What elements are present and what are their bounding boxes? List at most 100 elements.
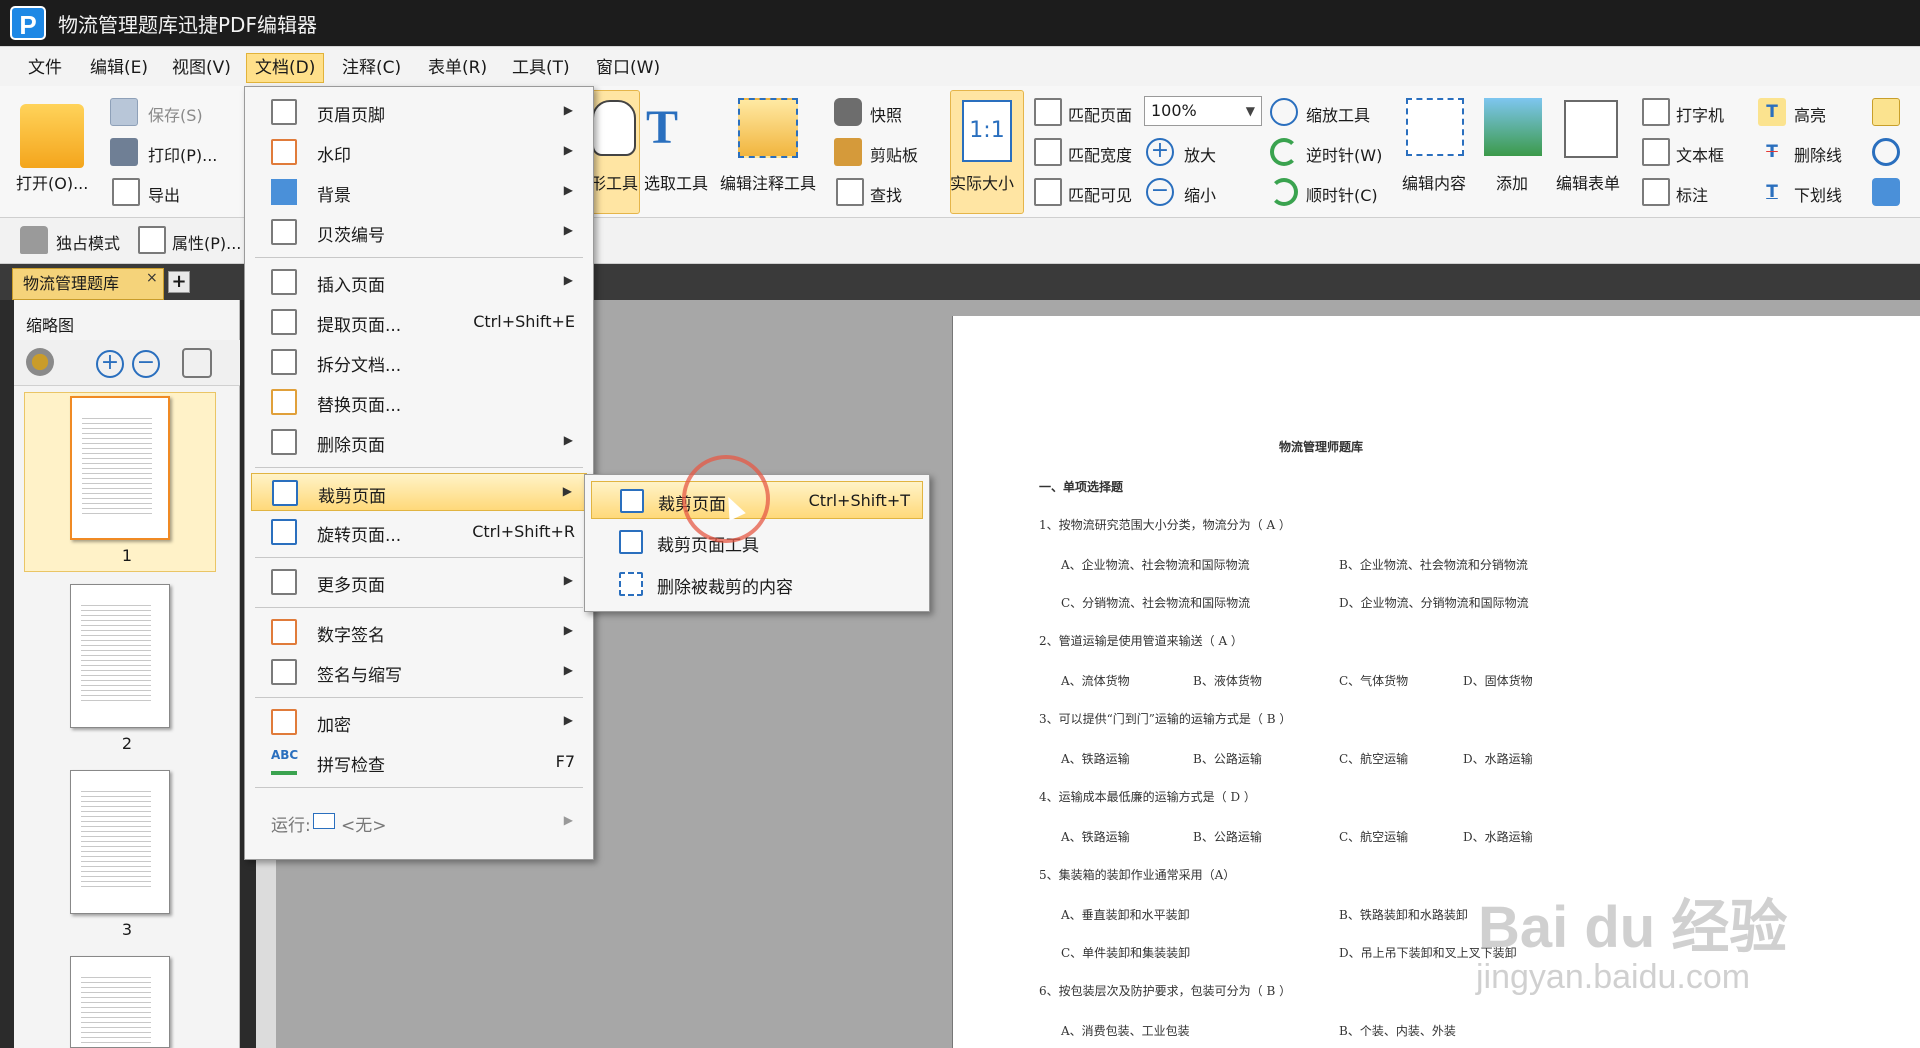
sound-icon[interactable] bbox=[1872, 178, 1900, 206]
highlight-icon[interactable]: T bbox=[1758, 98, 1786, 126]
menu-replace-page[interactable]: 替换页面... bbox=[251, 383, 587, 421]
export-icon[interactable] bbox=[112, 178, 140, 206]
zoom-out-icon[interactable]: − bbox=[1146, 178, 1174, 206]
properties-button[interactable]: 属性(P)... bbox=[172, 230, 241, 254]
add-tab-button[interactable]: + bbox=[168, 271, 190, 293]
menu-more-pages[interactable]: 更多页面 ▶ bbox=[251, 563, 587, 601]
thumbnail-page-4[interactable] bbox=[70, 956, 170, 1048]
rotate-thumb-icon[interactable] bbox=[182, 348, 212, 378]
menu-edit[interactable]: 编辑(E) bbox=[82, 55, 156, 81]
menu-bates-numbering[interactable]: 贝茨编号 ▶ bbox=[251, 213, 587, 251]
note-icon[interactable] bbox=[1872, 98, 1900, 126]
exclusive-mode-icon[interactable] bbox=[20, 226, 48, 254]
save-icon[interactable] bbox=[110, 98, 138, 126]
add-button[interactable]: 添加 bbox=[1496, 170, 1528, 194]
properties-icon[interactable] bbox=[138, 226, 166, 254]
underline-icon[interactable]: T bbox=[1758, 178, 1786, 206]
menu-form[interactable]: 表单(R) bbox=[420, 55, 495, 81]
find-icon[interactable] bbox=[836, 178, 864, 206]
menu-file[interactable]: 文件 bbox=[20, 55, 70, 81]
menu-tools[interactable]: 工具(T) bbox=[504, 55, 578, 81]
zoom-in-thumb-icon[interactable]: + bbox=[96, 350, 124, 378]
more-pages-icon bbox=[271, 569, 297, 595]
menu-background[interactable]: 背景 ▶ bbox=[251, 173, 587, 211]
callout-button[interactable]: 标注 bbox=[1676, 182, 1708, 206]
folder-open-icon[interactable] bbox=[20, 104, 84, 168]
thumbnail-page-1[interactable] bbox=[70, 396, 170, 540]
thumbnail-page-3[interactable] bbox=[70, 770, 170, 914]
fit-visible-icon[interactable] bbox=[1034, 178, 1062, 206]
close-icon[interactable]: × bbox=[146, 270, 158, 286]
menu-split-document[interactable]: 拆分文档... bbox=[251, 343, 587, 381]
menu-header-footer[interactable]: 页眉页脚 ▶ bbox=[251, 93, 587, 131]
menu-document[interactable]: 文档(D) bbox=[246, 53, 325, 83]
rotate-ccw-icon[interactable] bbox=[1270, 138, 1298, 166]
submenu-delete-cropped[interactable]: 删除被裁剪的内容 bbox=[591, 565, 923, 603]
document-tab[interactable]: 物流管理题库 bbox=[12, 268, 164, 300]
menu-view[interactable]: 视图(V) bbox=[164, 55, 239, 81]
fit-width-icon[interactable] bbox=[1034, 138, 1062, 166]
clipboard-button[interactable]: 剪贴板 bbox=[870, 142, 918, 166]
menu-run[interactable]: 运行: <无> ▶ bbox=[251, 803, 587, 841]
zoom-in-button[interactable]: 放大 bbox=[1184, 142, 1216, 166]
split-document-icon bbox=[271, 349, 297, 375]
callout-icon[interactable] bbox=[1642, 178, 1670, 206]
print-icon[interactable] bbox=[110, 138, 138, 166]
zoom-tool-icon[interactable] bbox=[1270, 98, 1298, 126]
rotate-ccw-button[interactable]: 逆时针(W) bbox=[1306, 142, 1382, 166]
zoom-in-icon[interactable]: + bbox=[1146, 138, 1174, 166]
menu-delete-page[interactable]: 删除页面 ▶ bbox=[251, 423, 587, 461]
menu-extract-page[interactable]: 提取页面... Ctrl+Shift+E bbox=[251, 303, 587, 341]
menu-encrypt[interactable]: 加密 ▶ bbox=[251, 703, 587, 741]
actual-size-label: 实际大小 bbox=[950, 174, 1015, 193]
menu-spell-check[interactable]: ABC 拼写检查 F7 bbox=[251, 743, 587, 781]
open-button[interactable]: 打开(O)... bbox=[16, 170, 88, 194]
edit-annotation-button[interactable]: 编辑注释工具 bbox=[720, 170, 816, 194]
textbox-icon[interactable] bbox=[1642, 138, 1670, 166]
zoom-out-button[interactable]: 缩小 bbox=[1184, 182, 1216, 206]
fit-page-button[interactable]: 匹配页面 bbox=[1068, 102, 1132, 126]
typewriter-icon[interactable] bbox=[1642, 98, 1670, 126]
menu-watermark[interactable]: 水印 ▶ bbox=[251, 133, 587, 171]
zoom-out-thumb-icon[interactable]: − bbox=[132, 350, 160, 378]
typewriter-button[interactable]: 打字机 bbox=[1676, 102, 1724, 126]
save-button[interactable]: 保存(S) bbox=[148, 102, 203, 126]
menu-insert-page[interactable]: 插入页面 ▶ bbox=[251, 263, 587, 301]
fit-visible-button[interactable]: 匹配可见 bbox=[1068, 182, 1132, 206]
menu-crop-page[interactable]: 裁剪页面 ▶ bbox=[251, 473, 587, 511]
edit-content-button[interactable]: 编辑内容 bbox=[1402, 170, 1466, 194]
clipboard-icon[interactable] bbox=[834, 138, 862, 166]
zoom-level-combo[interactable]: 100% ▼ bbox=[1144, 96, 1262, 126]
crop-tool-icon bbox=[619, 530, 643, 554]
find-button[interactable]: 查找 bbox=[870, 182, 902, 206]
rotate-cw-button[interactable]: 顺时针(C) bbox=[1306, 182, 1378, 206]
select-tool-button[interactable]: 选取工具 bbox=[644, 170, 708, 194]
strikeout-button[interactable]: 删除线 bbox=[1794, 142, 1842, 166]
snapshot-button[interactable]: 快照 bbox=[870, 102, 902, 126]
thumbnail-content bbox=[81, 601, 151, 701]
textbox-button[interactable]: 文本框 bbox=[1676, 142, 1724, 166]
print-button[interactable]: 打印(P)... bbox=[148, 142, 217, 166]
thumbnail-scrollbar[interactable] bbox=[256, 850, 276, 1048]
menu-window[interactable]: 窗口(W) bbox=[588, 55, 668, 81]
watermark-url: jingyan.baidu.com bbox=[1476, 958, 1751, 996]
export-button[interactable]: 导出 bbox=[148, 182, 180, 206]
menu-item-label: 拼写检查 bbox=[317, 756, 385, 776]
fit-width-button[interactable]: 匹配宽度 bbox=[1068, 142, 1132, 166]
fit-page-icon[interactable] bbox=[1034, 98, 1062, 126]
menu-comment[interactable]: 注释(C) bbox=[334, 55, 409, 81]
attachment-icon[interactable] bbox=[1872, 138, 1900, 166]
rotate-cw-icon[interactable] bbox=[1270, 178, 1298, 206]
highlight-button[interactable]: 高亮 bbox=[1794, 102, 1826, 126]
menu-rotate-page[interactable]: 旋转页面... Ctrl+Shift+R bbox=[251, 513, 587, 551]
underline-button[interactable]: 下划线 bbox=[1794, 182, 1842, 206]
gear-icon[interactable] bbox=[26, 348, 54, 376]
edit-form-button[interactable]: 编辑表单 bbox=[1556, 170, 1620, 194]
strikeout-icon[interactable]: T bbox=[1758, 138, 1786, 166]
thumbnail-page-2[interactable] bbox=[70, 584, 170, 728]
exclusive-mode-button[interactable]: 独占模式 bbox=[56, 230, 120, 254]
camera-icon[interactable] bbox=[834, 98, 862, 126]
menu-digital-signature[interactable]: 数字签名 ▶ bbox=[251, 613, 587, 651]
menu-sign-initials[interactable]: 签名与缩写 ▶ bbox=[251, 653, 587, 691]
zoom-tool-button[interactable]: 缩放工具 bbox=[1306, 102, 1370, 126]
